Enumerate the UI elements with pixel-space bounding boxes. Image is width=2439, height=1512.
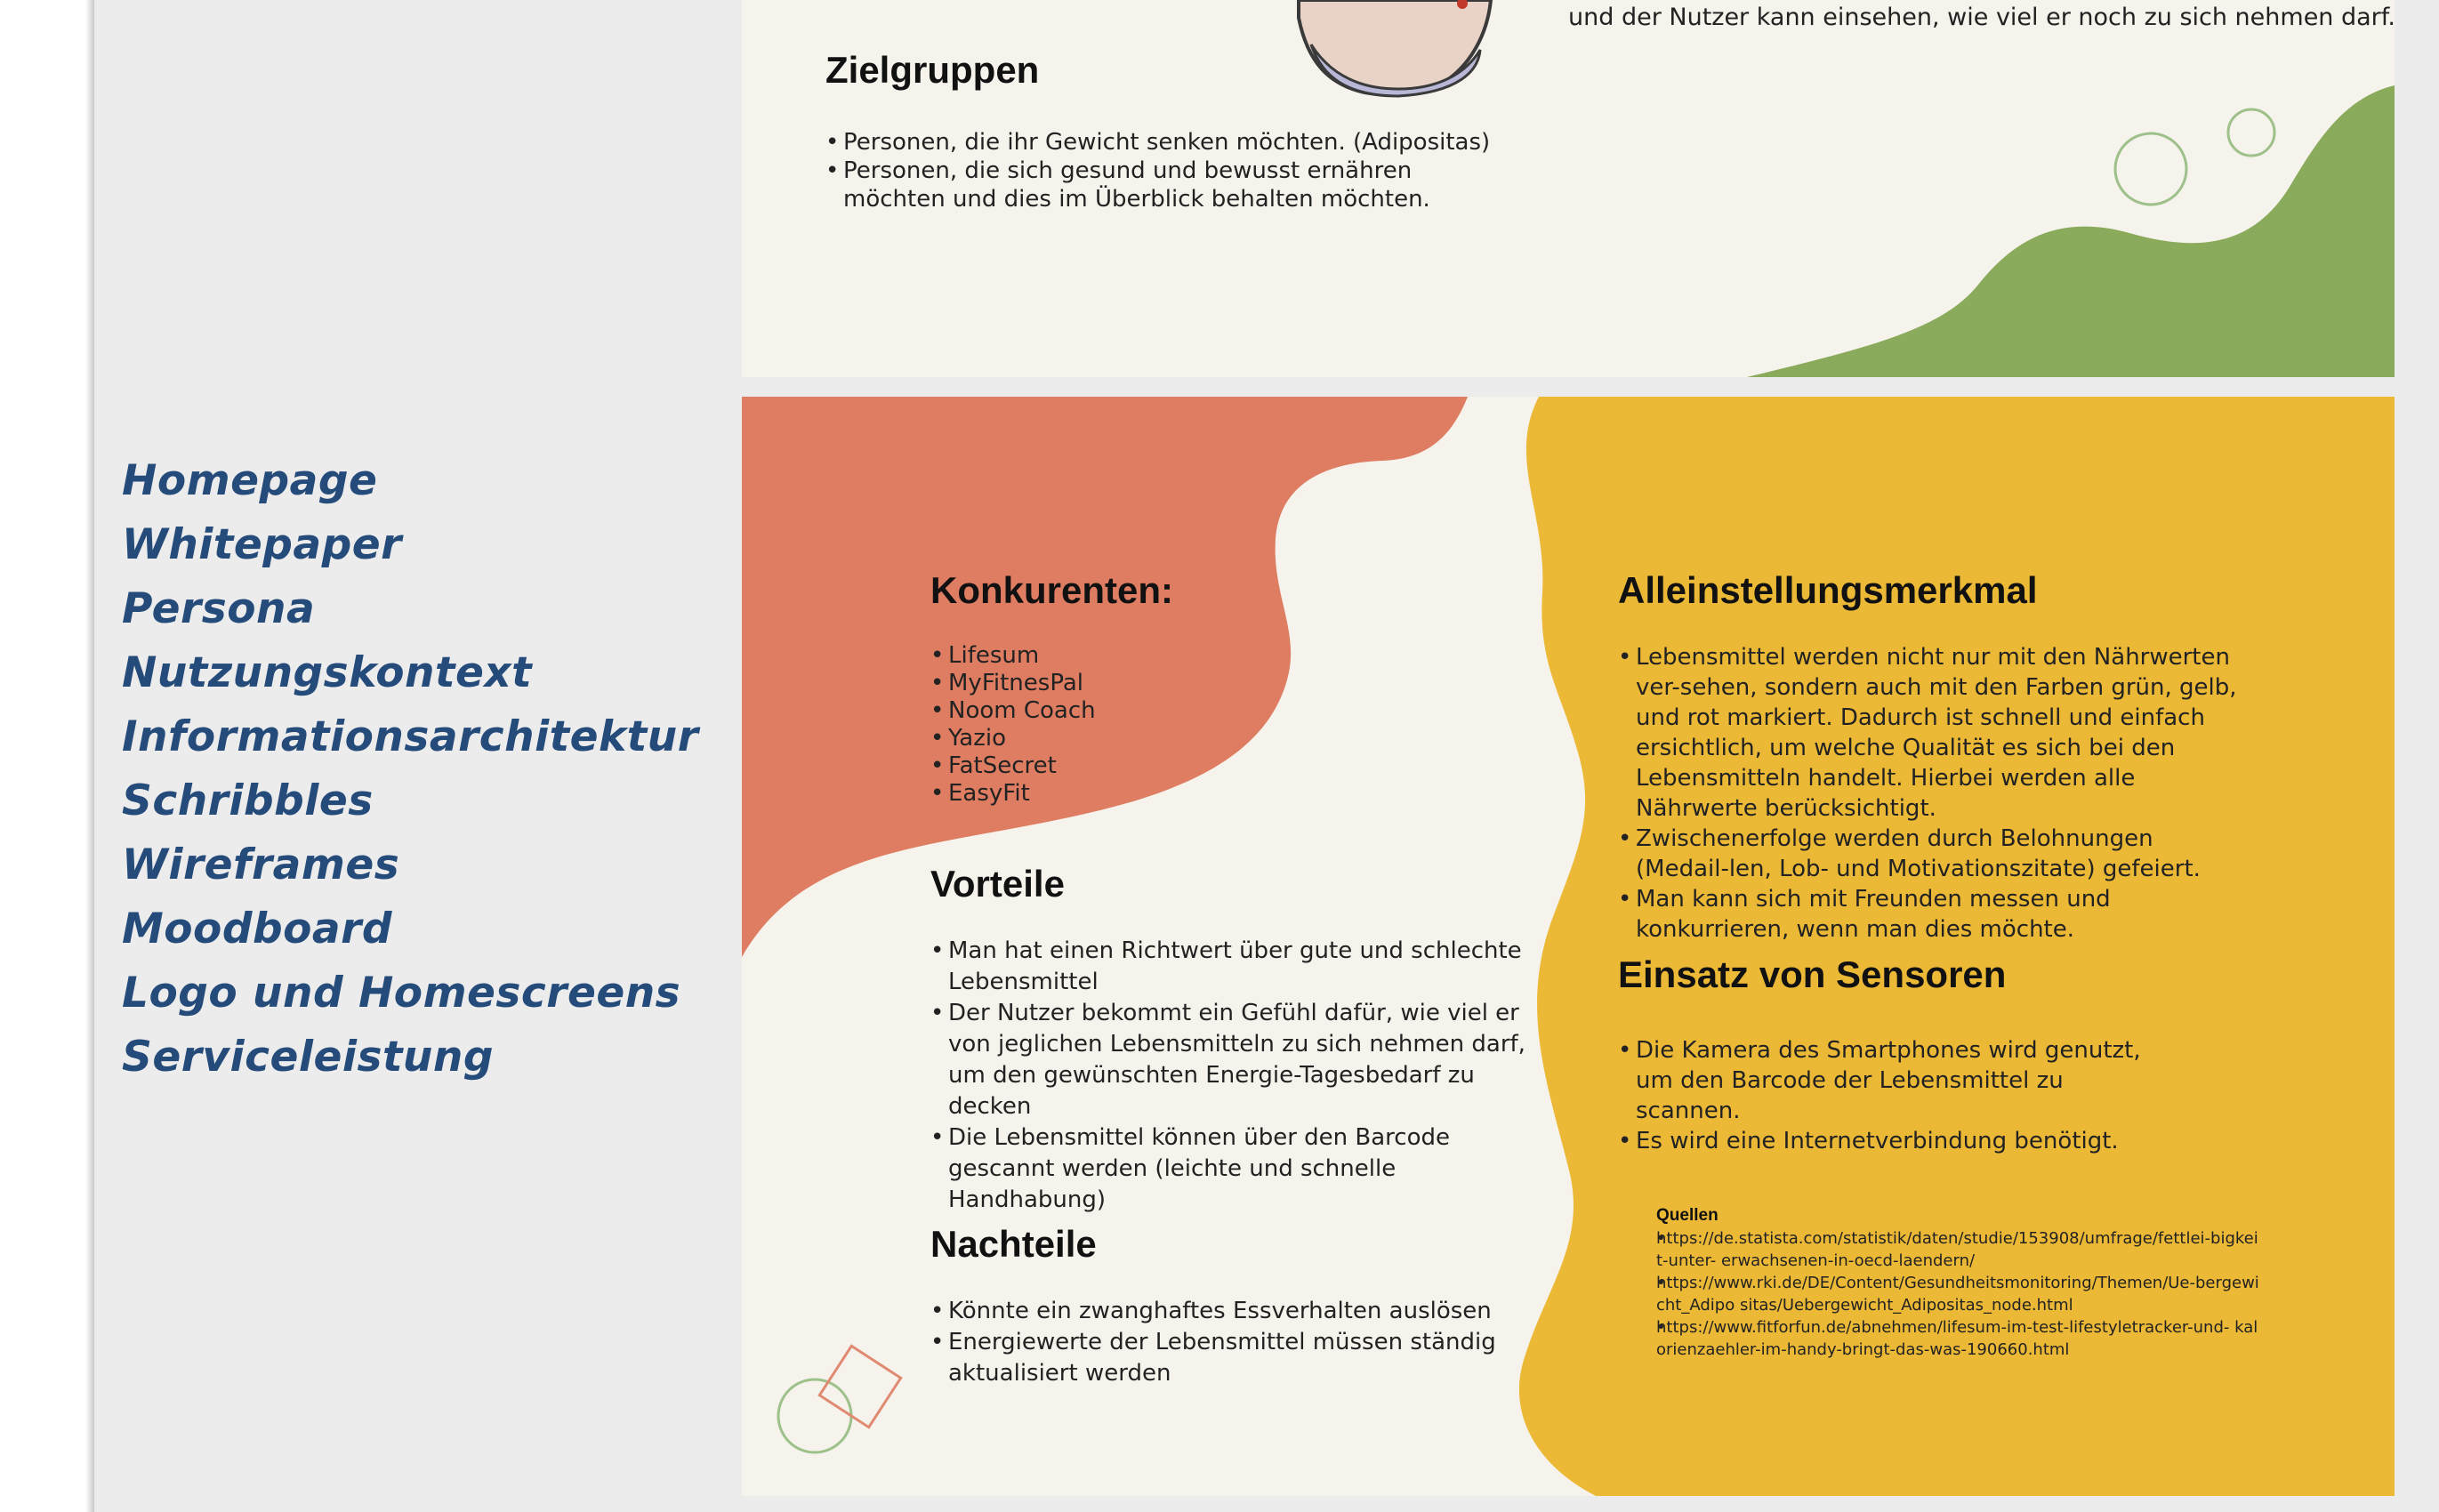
whitepaper-panel-top: und der Nutzer kann einsehen, wie viel e… <box>742 0 2395 377</box>
nav-item-logo-homescreens[interactable]: Logo und Homescreens <box>122 961 698 1025</box>
outline-square-bottom <box>817 1344 903 1429</box>
vorteile-title: Vorteile <box>930 863 1065 905</box>
list-item: Personen, die ihr Gewicht senken möchten… <box>825 128 1501 157</box>
nachteile-list: Könnte ein zwanghaftes Essverhalten ausl… <box>930 1296 1571 1389</box>
nav-item-wireframes[interactable]: Wireframes <box>122 833 698 897</box>
list-item: Personen, die sich gesund und bewusst er… <box>825 157 1501 213</box>
nav-item-moodboard[interactable]: Moodboard <box>122 897 698 961</box>
nav-item-schribbles[interactable]: Schribbles <box>122 769 698 833</box>
konkurenten-list: Lifesum MyFitnesPal Noom Coach Yazio Fat… <box>930 642 1197 808</box>
page: Homepage Whitepaper Persona Nutzungskont… <box>0 0 2439 1512</box>
intro-text-tail: und der Nutzer kann einsehen, wie viel e… <box>1568 4 2395 31</box>
outline-circle-large <box>2113 132 2188 206</box>
alleinstellungsmerkmal-list: Lebensmittel werden nicht nur mit den Nä… <box>1618 642 2241 945</box>
zielgruppen-title: Zielgruppen <box>825 49 1040 91</box>
green-wave-shape <box>1747 85 2395 377</box>
nav-item-nutzungskontext[interactable]: Nutzungskontext <box>122 641 698 705</box>
outline-circle-small <box>2226 108 2276 157</box>
zielgruppen-list: Personen, die ihr Gewicht senken möchten… <box>825 128 1501 213</box>
list-item: Yazio <box>930 725 1197 752</box>
list-item: Könnte ein zwanghaftes Essverhalten ausl… <box>930 1296 1571 1327</box>
list-item: MyFitnesPal <box>930 670 1197 697</box>
list-item: Es wird eine Internetverbindung benötigt… <box>1618 1126 2169 1156</box>
nav-item-serviceleistung[interactable]: Serviceleistung <box>122 1025 698 1090</box>
nav-item-informationsarchitektur[interactable]: Informationsarchitektur <box>122 705 698 769</box>
nav-item-whitepaper[interactable]: Whitepaper <box>122 513 698 577</box>
source-link[interactable]: https://www.fitforfun.de/abnehmen/lifesu… <box>1656 1316 2261 1361</box>
quellen-title: Quellen <box>1656 1206 1719 1225</box>
nachteile-title: Nachteile <box>930 1223 1097 1265</box>
quellen-list: https://de.statista.com/statistik/daten/… <box>1656 1227 2261 1361</box>
list-item: Die Lebensmittel können über den Barcode… <box>930 1122 1544 1216</box>
list-item: Der Nutzer bekommt ein Gefühl dafür, wie… <box>930 998 1544 1122</box>
source-link[interactable]: https://www.rki.de/DE/Content/Gesundheit… <box>1656 1272 2261 1316</box>
whitepaper-panel-bottom: Konkurenten: Lifesum MyFitnesPal Noom Co… <box>742 397 2395 1496</box>
list-item: Noom Coach <box>930 697 1197 725</box>
list-item: Energiewerte der Lebensmittel müssen stä… <box>930 1327 1571 1389</box>
sensoren-list: Die Kamera des Smartphones wird genutzt,… <box>1618 1035 2169 1156</box>
source-link[interactable]: https://de.statista.com/statistik/daten/… <box>1656 1227 2261 1272</box>
vorteile-list: Man hat einen Richtwert über gute und sc… <box>930 936 1544 1216</box>
nav-item-persona[interactable]: Persona <box>122 577 698 641</box>
alleinstellungsmerkmal-title: Alleinstellungsmerkmal <box>1618 569 2038 611</box>
list-item: EasyFit <box>930 780 1197 808</box>
list-item: Die Kamera des Smartphones wird genutzt,… <box>1618 1035 2169 1126</box>
outline-circle-bottom <box>777 1378 853 1454</box>
list-item: FatSecret <box>930 752 1197 780</box>
list-item: Lifesum <box>930 642 1197 670</box>
list-item: Zwischenerfolge werden durch Belohnungen… <box>1618 824 2241 884</box>
window-edge <box>0 0 93 1512</box>
sidebar-nav: Homepage Whitepaper Persona Nutzungskont… <box>122 449 698 1090</box>
list-item: Man kann sich mit Freunden messen und ko… <box>1618 884 2241 945</box>
nav-item-homepage[interactable]: Homepage <box>122 449 698 513</box>
sensoren-title: Einsatz von Sensoren <box>1618 953 2007 995</box>
list-item: Man hat einen Richtwert über gute und sc… <box>930 936 1544 998</box>
konkurenten-title: Konkurenten: <box>930 569 1173 611</box>
list-item: Lebensmittel werden nicht nur mit den Nä… <box>1618 642 2241 824</box>
